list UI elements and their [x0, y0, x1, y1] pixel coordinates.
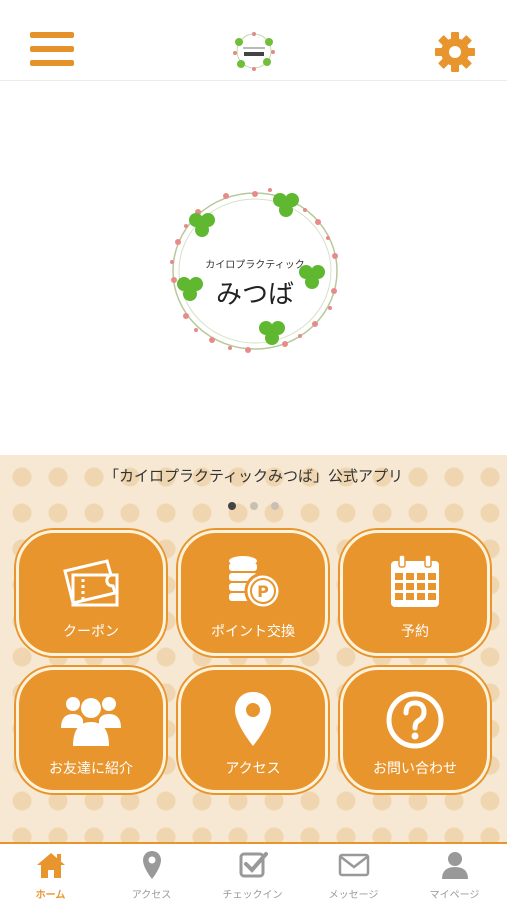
app-header: [0, 0, 507, 81]
carousel-dot[interactable]: [270, 502, 279, 510]
carousel-dots: [0, 495, 507, 514]
tile-contact[interactable]: お問い合わせ: [340, 667, 490, 793]
hero-subtitle: カイロプラクティック: [205, 260, 305, 271]
tile-label: クーポン: [63, 624, 119, 640]
tile-label: ポイント交換: [211, 624, 295, 640]
envelope-icon: [338, 853, 369, 877]
tile-access[interactable]: アクセス: [178, 667, 328, 793]
tab-label: ホーム: [35, 890, 66, 901]
tile-coupon[interactable]: クーポン: [16, 530, 166, 656]
hero-banner: カイロプラクティック みつば: [0, 81, 507, 455]
ticket-icon: [63, 559, 119, 607]
carousel-dot[interactable]: [228, 502, 237, 510]
hero-title: みつば: [215, 280, 294, 310]
user-icon: [441, 852, 468, 879]
tab-home[interactable]: ホーム: [0, 844, 101, 902]
tile-label: 予約: [401, 624, 429, 640]
tab-access[interactable]: アクセス: [101, 844, 202, 902]
map-pin-icon: [235, 692, 271, 746]
svg-text:P: P: [257, 582, 269, 601]
bottom-tab-bar: ホーム アクセス チェックイン メッセージ マイページ: [0, 842, 507, 902]
tab-label: マイページ: [429, 890, 480, 901]
tile-label: お友達に紹介: [49, 761, 133, 777]
menu-panel: 「カイロプラクティックみつば」公式アプリ クーポン P ポイント交換 予約 お友…: [0, 455, 507, 842]
tab-label: アクセス: [131, 890, 172, 901]
panel-title: 「カイロプラクティックみつば」公式アプリ: [103, 467, 404, 485]
hamburger-menu-icon[interactable]: [30, 32, 74, 72]
group-people-icon: [61, 697, 121, 746]
checkin-icon: [239, 852, 268, 878]
tab-message[interactable]: メッセージ: [303, 844, 404, 902]
mitsuba-wreath-logo: [170, 188, 338, 353]
calendar-icon: [391, 554, 439, 607]
carousel-dot[interactable]: [249, 502, 258, 510]
coins-points-icon: P: [229, 556, 282, 610]
gear-icon[interactable]: [433, 30, 477, 74]
mitsuba-logo-small: [233, 32, 275, 71]
tile-label: お問い合わせ: [373, 761, 457, 777]
tile-reservation[interactable]: 予約: [340, 530, 490, 656]
map-pin-icon: [142, 851, 161, 879]
question-circle-icon: [386, 691, 444, 749]
home-icon: [36, 853, 65, 878]
tab-mypage[interactable]: マイページ: [404, 844, 505, 902]
tile-label: アクセス: [225, 761, 281, 777]
tab-label: メッセージ: [328, 890, 379, 901]
tile-point-exchange[interactable]: P ポイント交換: [178, 530, 328, 656]
tab-label: チェックイン: [222, 890, 283, 901]
tile-refer-friend[interactable]: お友達に紹介: [16, 667, 166, 793]
tab-checkin[interactable]: チェックイン: [202, 844, 303, 902]
